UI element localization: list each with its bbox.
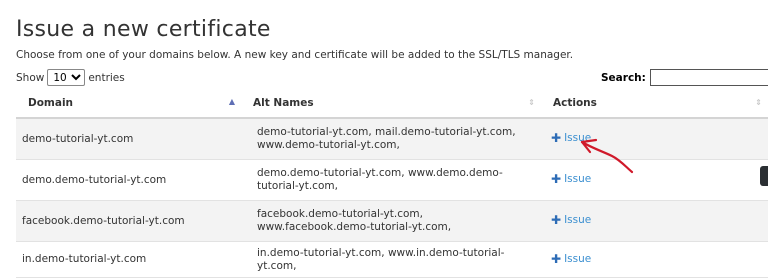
sort-both-icon: ⇕ [528,98,535,107]
sort-ascending-icon: ▲ [228,97,235,106]
actions-cell: ✚ Issue [541,241,768,278]
issue-link[interactable]: ✚ Issue [551,132,591,145]
plus-icon: ✚ [551,213,562,227]
issue-link[interactable]: ✚ Issue [551,173,591,186]
show-label: Show [16,71,45,84]
table-header-row: Domain ▲ Alt Names ⇕ Actions ⇕ [16,90,768,119]
issue-label: Issue [564,214,592,226]
issue-link[interactable]: ✚ Issue [551,251,592,266]
plus-icon: ✚ [551,251,562,266]
side-panel-tab[interactable] [760,166,768,186]
issue-label: Issue [564,252,592,265]
column-header-alt-names-label: Alt Names [253,97,314,109]
search-input[interactable] [649,69,768,86]
issue-link[interactable]: ✚ Issue [551,214,591,227]
table-row: in.demo-tutorial-yt.com in.demo-tutorial… [16,241,768,278]
page-title: Issue a new certificate [16,17,271,42]
column-header-domain[interactable]: Domain ▲ [16,90,241,119]
table-row: demo.demo-tutorial-yt.com demo.demo-tuto… [16,159,768,201]
actions-cell: ✚ Issue [541,159,768,201]
alt-names-cell: demo.demo-tutorial-yt.com, www.demo.demo… [241,159,541,201]
column-header-alt-names[interactable]: Alt Names ⇕ [241,90,541,119]
sort-both-icon: ⇕ [755,98,762,107]
plus-icon: ✚ [551,172,562,186]
column-header-domain-label: Domain [28,97,74,109]
issue-label: Issue [564,132,592,144]
search-label: Search: [601,71,646,84]
domain-cell: in.demo-tutorial-yt.com [16,241,241,278]
column-header-actions[interactable]: Actions ⇕ [541,90,768,119]
entries-select[interactable]: 10 [47,69,86,86]
table-row: demo-tutorial-yt.com demo-tutorial-yt.co… [16,117,768,160]
page-length-control: Show 10 entries [16,69,125,86]
domains-table: Domain ▲ Alt Names ⇕ Actions ⇕ demo-tuto… [16,90,768,278]
alt-names-cell: in.demo-tutorial-yt.com, www.in.demo-tut… [241,241,541,278]
page-description: Choose from one of your domains below. A… [16,49,574,61]
actions-cell: ✚ Issue [541,200,768,242]
search-control: Search: [601,69,768,86]
column-header-actions-label: Actions [553,97,597,109]
domain-cell: demo.demo-tutorial-yt.com [16,159,241,201]
plus-icon: ✚ [551,131,562,145]
domain-cell: facebook.demo-tutorial-yt.com [16,200,241,242]
table-row: facebook.demo-tutorial-yt.com facebook.d… [16,200,768,242]
domain-cell: demo-tutorial-yt.com [16,117,241,160]
alt-names-cell: facebook.demo-tutorial-yt.com, www.faceb… [241,200,541,242]
alt-names-cell: demo-tutorial-yt.com, mail.demo-tutorial… [241,117,541,160]
actions-cell: ✚ Issue [541,117,768,160]
entries-label: entries [88,71,125,84]
issue-label: Issue [564,173,592,185]
